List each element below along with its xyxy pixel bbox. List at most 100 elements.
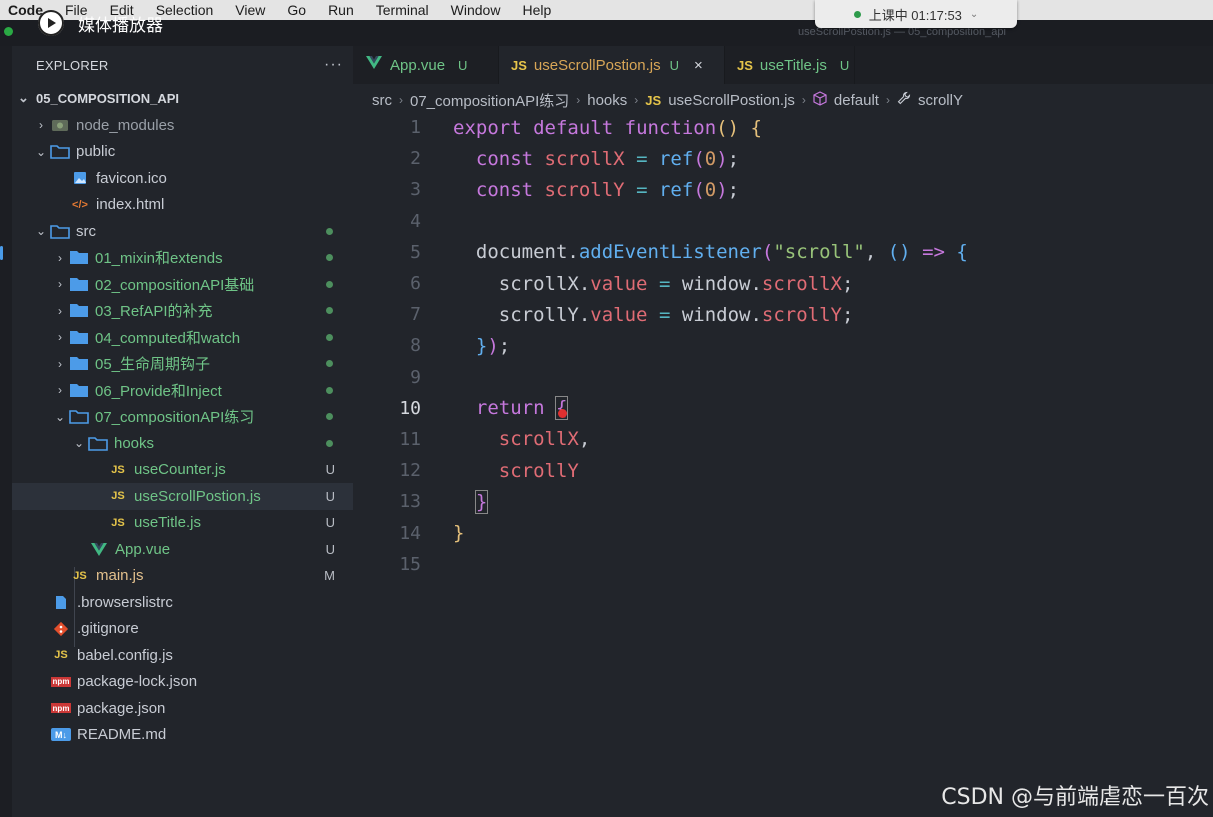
code-editor[interactable]: 1 export default function() { 2 const scr… xyxy=(353,112,1213,580)
tree-item-label: main.js xyxy=(96,567,144,585)
folder-icon xyxy=(69,329,89,345)
tree-item-index-html[interactable]: </> index.html xyxy=(12,192,353,219)
tree-item-hooks[interactable]: ⌄ hooks xyxy=(12,430,353,457)
tree-item-use-scroll-postion[interactable]: JS useScrollPostion.js U xyxy=(12,483,353,510)
tree-item-package-lock[interactable]: npm package-lock.json xyxy=(12,669,353,696)
tree-item-folder-07[interactable]: ⌄ 07_compositionAPI练习 xyxy=(12,404,353,431)
code-line-current: 10 return { xyxy=(353,393,1213,424)
git-status-dot xyxy=(326,254,333,262)
tree-item-folder-06[interactable]: › 06_Provide和Inject xyxy=(12,377,353,404)
tree-item-label: babel.config.js xyxy=(77,646,173,664)
code-line: 2 const scrollX = ref(0); xyxy=(353,143,1213,174)
line-number: 6 xyxy=(410,273,421,295)
tree-item-label: 07_compositionAPI练习 xyxy=(95,409,255,427)
breadcrumb-file[interactable]: useScrollPostion.js xyxy=(668,92,795,109)
chevron-right-icon: › xyxy=(58,277,62,292)
tree-item-label: public xyxy=(76,143,116,161)
code-line: 1 export default function() { xyxy=(353,112,1213,143)
git-status-dot xyxy=(326,413,333,421)
tree-item-folder-03[interactable]: › 03_RefAPI的补充 xyxy=(12,298,353,325)
play-icon[interactable] xyxy=(38,10,64,36)
code-text: const scrollX = ref(0); xyxy=(475,147,740,170)
folder-open-icon xyxy=(69,409,89,425)
code-line: 15 xyxy=(353,549,1213,580)
file-icon xyxy=(51,594,71,610)
code-text: document.addEventListener("scroll", () =… xyxy=(453,241,968,264)
chevron-right-icon: › xyxy=(58,383,62,398)
tree-item-favicon[interactable]: favicon.ico xyxy=(12,165,353,192)
breadcrumb-default[interactable]: default xyxy=(834,92,879,109)
html-icon: </> xyxy=(72,198,88,211)
tree-item-babel-config[interactable]: JS babel.config.js xyxy=(12,642,353,669)
breadcrumb-symbol[interactable]: scrollY xyxy=(918,92,963,109)
tree-item-label: package.json xyxy=(77,699,166,717)
tree-item-folder-02[interactable]: › 02_compositionAPI基础 xyxy=(12,271,353,298)
tree-item-folder-01[interactable]: › 01_mixin和extends xyxy=(12,245,353,272)
editor-tab-bar: App.vue U JS useScrollPostion.js U × JS … xyxy=(353,46,1213,84)
breadcrumb-folder[interactable]: 07_compositionAPI练习 xyxy=(410,90,569,111)
npm-icon: npm xyxy=(51,703,71,714)
code-text: scrollX, xyxy=(498,428,591,451)
git-status-badge: U xyxy=(325,488,335,504)
line-number: 7 xyxy=(410,304,421,326)
breadcrumb-src[interactable]: src xyxy=(372,92,392,109)
menu-window[interactable]: Window xyxy=(440,0,512,20)
tree-item-readme[interactable]: M↓ README.md xyxy=(12,722,353,749)
tree-item-label: .browserslistrc xyxy=(77,593,173,611)
tree-item-src[interactable]: ⌄ src xyxy=(12,218,353,245)
code-line: 13 } xyxy=(353,486,1213,517)
media-player-overlay[interactable]: 媒体播放器 xyxy=(38,10,163,36)
folder-open-icon xyxy=(88,435,108,451)
chevron-right-icon: › xyxy=(39,118,43,133)
line-number: 9 xyxy=(410,366,421,388)
menu-help[interactable]: Help xyxy=(511,0,562,20)
recording-dot-icon xyxy=(853,10,861,18)
media-player-label: 媒体播放器 xyxy=(78,15,163,35)
tree-item-folder-04[interactable]: › 04_computed和watch xyxy=(12,324,353,351)
close-icon[interactable]: × xyxy=(694,57,703,74)
tab-label: useScrollPostion.js xyxy=(533,56,661,74)
workspace-root[interactable]: ⌄ 05_COMPOSITION_API xyxy=(12,84,353,112)
git-status-dot xyxy=(326,386,333,394)
menu-go[interactable]: Go xyxy=(276,0,317,20)
explorer-header: EXPLORER ··· xyxy=(12,46,353,84)
line-number: 2 xyxy=(410,148,421,170)
window-dot-icon[interactable] xyxy=(4,27,13,36)
tree-item-gitignore[interactable]: .gitignore xyxy=(12,616,353,643)
tree-item-use-title[interactable]: JS useTitle.js U xyxy=(12,510,353,537)
code-line: 5 document.addEventListener("scroll", ()… xyxy=(353,237,1213,268)
tree-item-label: package-lock.json xyxy=(77,673,198,691)
tree-item-folder-05[interactable]: › 05_生命周期钩子 xyxy=(12,351,353,378)
js-icon: JS xyxy=(111,516,125,529)
chevron-down-icon: ⌄ xyxy=(54,409,66,424)
git-icon xyxy=(51,621,71,637)
breadcrumb-hooks[interactable]: hooks xyxy=(587,92,627,109)
git-status-dot xyxy=(326,227,333,235)
chevron-right-icon: › xyxy=(801,93,806,107)
tree-item-app-vue[interactable]: App.vue U xyxy=(12,536,353,563)
menu-view[interactable]: View xyxy=(224,0,276,20)
line-number: 11 xyxy=(399,428,421,450)
tree-item-label: 03_RefAPI的补充 xyxy=(95,303,213,321)
tab-use-title[interactable]: JS useTitle.js U xyxy=(725,46,855,84)
tree-item-node-modules[interactable]: › node_modules xyxy=(12,112,353,139)
recording-indicator[interactable]: 上课中 01:17:53 ⌄ xyxy=(815,0,1017,28)
tab-status: U xyxy=(458,57,468,73)
more-actions-icon[interactable]: ··· xyxy=(324,56,343,74)
menu-run[interactable]: Run xyxy=(317,0,365,20)
tab-use-scroll-postion[interactable]: JS useScrollPostion.js U × xyxy=(499,46,725,84)
npm-icon: npm xyxy=(51,676,71,687)
tree-item-browserslistrc[interactable]: .browserslistrc xyxy=(12,589,353,616)
code-text: export default function() { xyxy=(453,116,762,139)
folder-node-icon xyxy=(50,117,70,133)
tab-app-vue[interactable]: App.vue U xyxy=(353,46,499,84)
tree-item-use-counter[interactable]: JS useCounter.js U xyxy=(12,457,353,484)
tree-item-public[interactable]: ⌄ public xyxy=(12,139,353,166)
line-number: 12 xyxy=(399,460,421,482)
menu-terminal[interactable]: Terminal xyxy=(365,0,440,20)
git-status-badge: U xyxy=(325,515,335,531)
tree-item-main-js[interactable]: JS main.js M xyxy=(12,563,353,590)
tree-item-label: useScrollPostion.js xyxy=(134,487,261,505)
tree-item-package-json[interactable]: npm package.json xyxy=(12,695,353,722)
folder-icon xyxy=(69,250,89,266)
